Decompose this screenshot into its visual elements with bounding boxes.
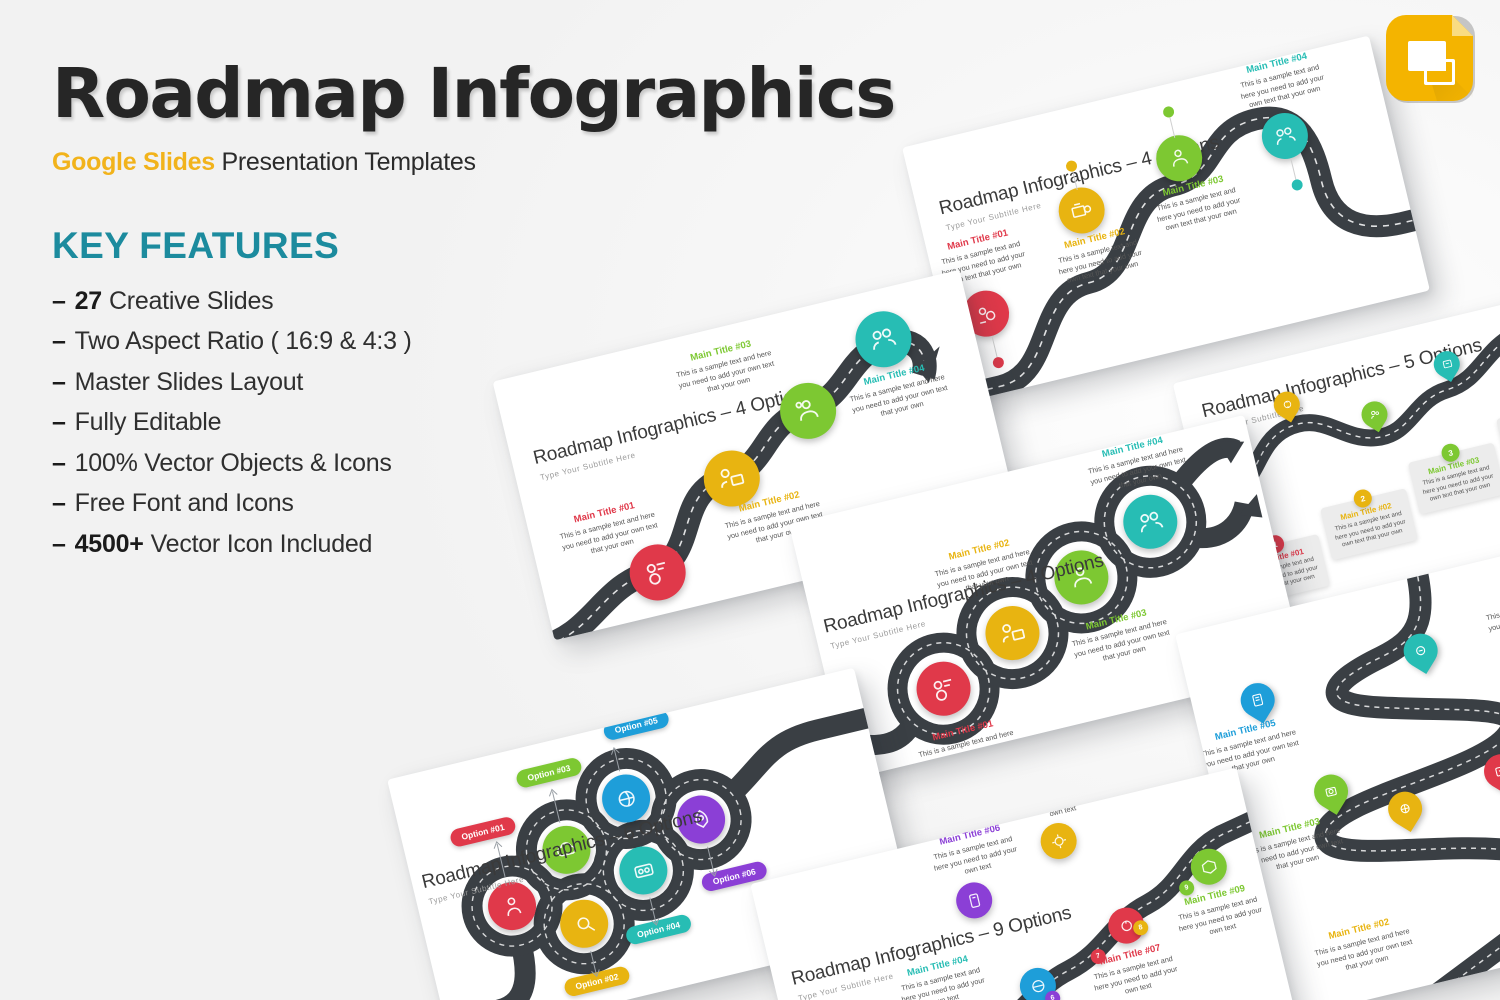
feature-item-4: – Fully Editable — [52, 402, 592, 443]
feature-item-3: – Master Slides Layout — [52, 362, 592, 403]
bullet-dash-icon: – — [52, 286, 66, 315]
feature-emphasis: 27 — [74, 286, 103, 315]
bullet-dash-icon: – — [52, 367, 66, 396]
feature-text: Fully Editable — [74, 408, 222, 437]
feature-emphasis: 4500+ — [74, 529, 144, 558]
feature-text: Master Slides Layout — [74, 367, 304, 396]
feature-item-1: – 27 Creative Slides — [52, 281, 592, 322]
feature-item-2: – Two Aspect Ratio ( 16:9 & 4:3 ) — [52, 321, 592, 362]
bullet-dash-icon: – — [52, 529, 66, 558]
page-title: Roadmap Infographics — [52, 54, 896, 134]
feature-text: Creative Slides — [108, 286, 274, 315]
page-subtitle: Google Slides Presentation Templates — [52, 148, 592, 177]
feature-text: Free Font and Icons — [74, 489, 294, 518]
feature-text: Two Aspect Ratio ( 16:9 & 4:3 ) — [74, 327, 412, 356]
bullet-dash-icon: – — [52, 489, 66, 518]
key-features-list: – 27 Creative Slides – Two Aspect Ratio … — [52, 281, 592, 565]
key-features-heading: KEY FEATURES — [52, 224, 340, 266]
feature-text: Vector Icon Included — [150, 529, 373, 558]
feature-item-6: – Free Font and Icons — [52, 483, 592, 524]
poster-canvas: Roadmap Infographics Google Slides Prese… — [0, 0, 1500, 1000]
feature-item-7: – 4500+ Vector Icon Included — [52, 524, 592, 565]
feature-item-5: – 100% Vector Objects & Icons — [52, 443, 592, 484]
bullet-dash-icon: – — [52, 408, 66, 437]
feature-text: 100% Vector Objects & Icons — [74, 448, 392, 477]
bullet-dash-icon: – — [52, 448, 66, 477]
google-slides-icon[interactable] — [1380, 9, 1482, 111]
subtitle-brand: Google Slides — [52, 147, 215, 176]
left-info-panel: Roadmap Infographics Google Slides Prese… — [52, 54, 896, 565]
bullet-dash-icon: – — [52, 327, 66, 356]
subtitle-rest: Presentation Templates — [214, 147, 476, 176]
